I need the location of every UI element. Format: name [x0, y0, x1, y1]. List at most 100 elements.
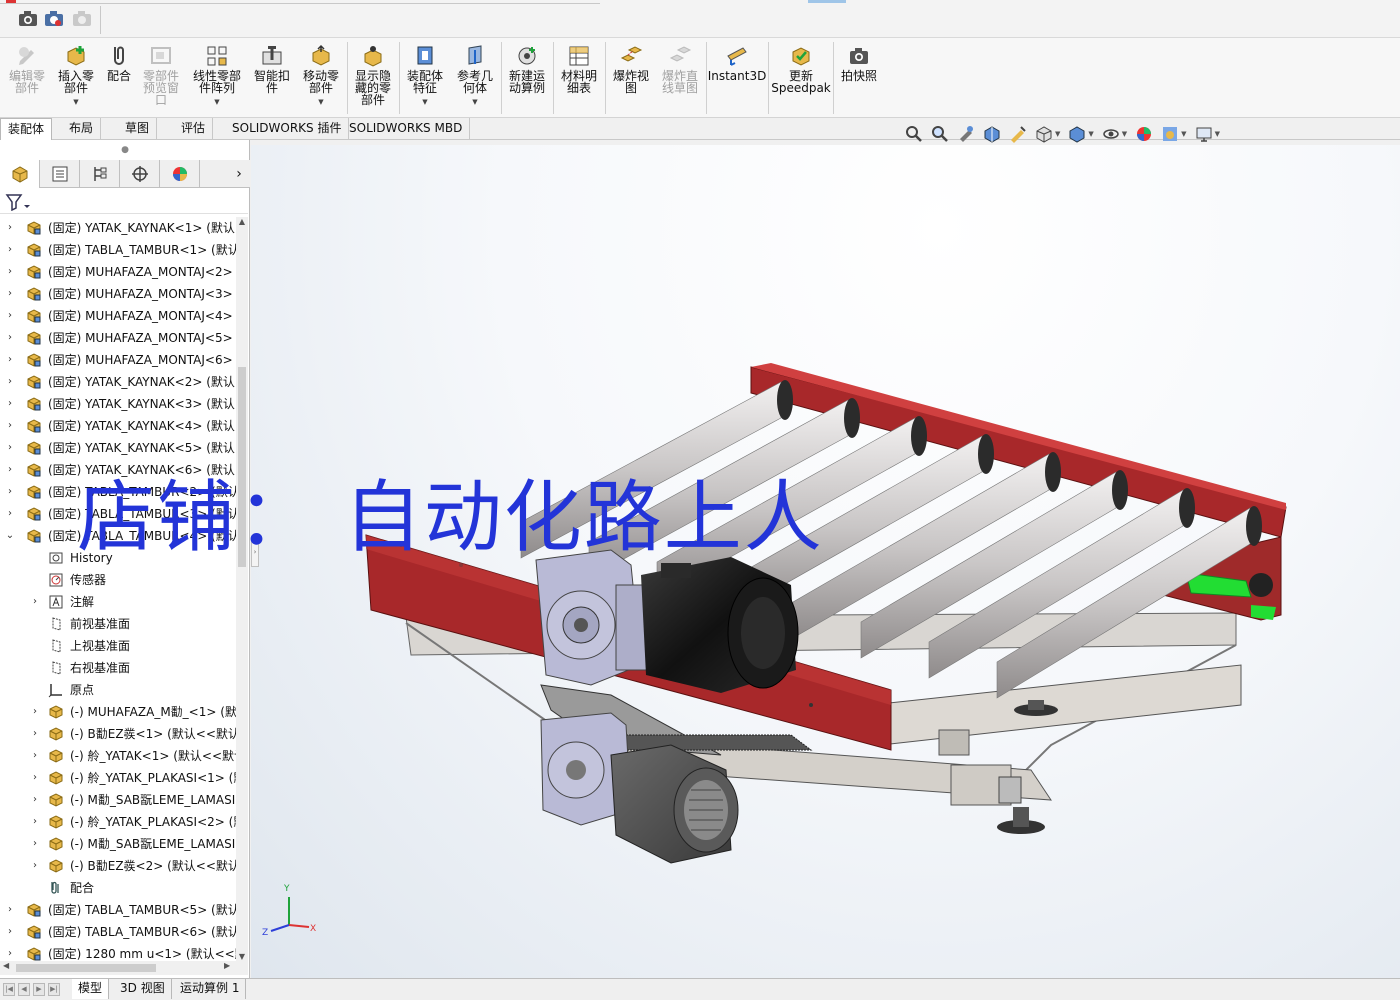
- zoom-to-area-icon[interactable]: [931, 125, 949, 143]
- expand-icon[interactable]: ›: [30, 789, 40, 811]
- tab-configuration-manager[interactable]: [80, 160, 120, 188]
- collapse-icon[interactable]: ⌄: [5, 525, 15, 547]
- expand-icon[interactable]: ›: [5, 459, 15, 481]
- chevron-down-icon[interactable]: ▼: [73, 96, 78, 108]
- camera-icon[interactable]: [18, 10, 38, 28]
- tree-item[interactable]: › (-) B勫EZ彂<2> (默认<<默认: [0, 855, 236, 877]
- tree-item[interactable]: › (固定) YATAK_KAYNAK<2> (默认: [0, 371, 236, 393]
- tab-property-manager[interactable]: [40, 160, 80, 188]
- chevron-down-icon[interactable]: ▼: [214, 96, 219, 108]
- tree-item[interactable]: › (-) 舲_YATAK_PLAKASI<2> (默: [0, 811, 236, 833]
- tree-vertical-scrollbar[interactable]: ▲ ▼: [236, 217, 248, 961]
- tab-sketch[interactable]: 草图: [118, 118, 158, 140]
- expand-icon[interactable]: ›: [5, 503, 15, 525]
- expand-icon[interactable]: ›: [5, 415, 15, 437]
- update-speedpak-button[interactable]: 更新 Speedpak: [771, 44, 831, 114]
- explode-line-sketch-button[interactable]: 爆炸直 线草图: [656, 44, 704, 114]
- tab-feature-manager[interactable]: [0, 160, 40, 188]
- tab-dimxpert-manager[interactable]: [120, 160, 160, 188]
- new-motion-study-button[interactable]: 新建运 动算例: [504, 44, 550, 114]
- expand-icon[interactable]: ›: [5, 437, 15, 459]
- tree-item[interactable]: › (固定) YATAK_KAYNAK<5> (默认: [0, 437, 236, 459]
- tree-item[interactable]: › (固定) MUHAFAZA_MONTAJ<5>: [0, 327, 236, 349]
- move-component-button[interactable]: 移动零 部件 ▼: [298, 44, 344, 114]
- tree-item[interactable]: › (固定) TABLA_TAMBUR<6> (默认: [0, 921, 236, 943]
- tree-item[interactable]: › (固定) YATAK_KAYNAK<6> (默认: [0, 459, 236, 481]
- expand-icon[interactable]: ›: [5, 283, 15, 305]
- scroll-up-icon[interactable]: ▲: [236, 217, 248, 226]
- tree-item[interactable]: 右视基准面: [0, 657, 236, 679]
- expand-icon[interactable]: ›: [5, 349, 15, 371]
- panel-splitter[interactable]: ●: [0, 140, 250, 160]
- tab-evaluate[interactable]: 评估: [174, 118, 214, 140]
- tree-horizontal-scrollbar[interactable]: ◀ ▶: [0, 961, 248, 975]
- tree-item[interactable]: 前视基准面: [0, 613, 236, 635]
- chevron-down-icon[interactable]: ▼: [1122, 130, 1127, 138]
- expand-icon[interactable]: ›: [5, 921, 15, 943]
- scrollbar-thumb[interactable]: [16, 964, 156, 972]
- tree-item[interactable]: › (-) MUHAFAZA_M勫_<1> (默: [0, 701, 236, 723]
- tree-item[interactable]: › (固定) YATAK_KAYNAK<1> (默认: [0, 217, 236, 239]
- expand-icon[interactable]: ›: [30, 811, 40, 833]
- view-settings-icon[interactable]: [1195, 125, 1213, 143]
- chevron-down-icon[interactable]: ▼: [1088, 130, 1093, 138]
- expand-icon[interactable]: ›: [30, 767, 40, 789]
- take-snapshot-button[interactable]: 拍快照: [836, 44, 882, 114]
- expand-icon[interactable]: ›: [30, 855, 40, 877]
- dynamic-annotation-icon[interactable]: [1009, 125, 1027, 143]
- drive-motor-top[interactable]: [535, 549, 799, 693]
- expand-icon[interactable]: ›: [5, 261, 15, 283]
- tab-layout[interactable]: 布局: [62, 118, 102, 140]
- scroll-down-icon[interactable]: ▼: [236, 952, 248, 961]
- smart-fasteners-button[interactable]: 智能扣 件: [250, 44, 294, 114]
- edit-appearance-icon[interactable]: [1135, 125, 1153, 143]
- tree-item[interactable]: › (-) M勫_SAB翫LEME_LAMASI: [0, 789, 236, 811]
- conveyor-assembly-model[interactable]: Y X Z: [251, 145, 1400, 978]
- linear-pattern-button[interactable]: 线性零部 件阵列 ▼: [188, 44, 246, 114]
- show-hidden-components-button[interactable]: 显示隐 藏的零 部件: [350, 44, 396, 114]
- tree-item[interactable]: › (固定) MUHAFAZA_MONTAJ<2>: [0, 261, 236, 283]
- tree-item[interactable]: › 注解: [0, 591, 236, 613]
- tab-display-manager[interactable]: [160, 160, 200, 188]
- expand-icon[interactable]: ›: [5, 217, 15, 239]
- tree-item[interactable]: › (固定) TABLA_TAMBUR<2> (默认: [0, 481, 236, 503]
- previous-view-icon[interactable]: [957, 125, 975, 143]
- tab-solidworks-addins[interactable]: SOLIDWORKS 插件: [225, 118, 350, 140]
- expand-icon[interactable]: ›: [5, 305, 15, 327]
- tree-item[interactable]: 配合: [0, 877, 236, 899]
- tree-item[interactable]: › (-) 舲_YATAK<1> (默认<<默认: [0, 745, 236, 767]
- assembly-features-button[interactable]: 装配体 特征 ▼: [402, 44, 448, 114]
- tree-item[interactable]: 原点: [0, 679, 236, 701]
- expand-icon[interactable]: ›: [5, 371, 15, 393]
- graphics-area[interactable]: Y X Z ›: [251, 145, 1400, 978]
- tree-item[interactable]: › (-) B勫EZ彂<1> (默认<<默认: [0, 723, 236, 745]
- expand-icon[interactable]: ›: [5, 943, 15, 961]
- bill-of-materials-button[interactable]: 材料明 细表: [556, 44, 602, 114]
- tree-item[interactable]: › (固定) MUHAFAZA_MONTAJ<6>: [0, 349, 236, 371]
- tree-item[interactable]: 上视基准面: [0, 635, 236, 657]
- tree-item[interactable]: › (固定) TABLA_TAMBUR<5> (默认: [0, 899, 236, 921]
- expand-icon[interactable]: ›: [30, 833, 40, 855]
- tree-item[interactable]: 传感器: [0, 569, 236, 591]
- tree-item[interactable]: › (固定) TABLA_TAMBUR<1> (默认: [0, 239, 236, 261]
- camera-settings-icon[interactable]: [44, 10, 64, 28]
- expand-icon[interactable]: ›: [30, 701, 40, 723]
- next-tab-icon[interactable]: ▶: [33, 983, 45, 996]
- chevron-down-icon[interactable]: ▼: [1055, 130, 1060, 138]
- filter-icon[interactable]: [5, 193, 31, 211]
- chevron-down-icon[interactable]: ▼: [422, 96, 427, 108]
- exploded-view-button[interactable]: 爆炸视 图: [608, 44, 654, 114]
- scrollbar-thumb[interactable]: [238, 367, 246, 567]
- component-preview-button[interactable]: 零部件 预览窗 口: [138, 44, 184, 114]
- tab-assembly[interactable]: 装配体: [0, 118, 53, 140]
- last-tab-icon[interactable]: ▶|: [48, 983, 60, 996]
- tab-motion-study[interactable]: 运动算例 1: [174, 979, 247, 999]
- instant3d-button[interactable]: Instant3D: [708, 44, 766, 114]
- tree-item[interactable]: History: [0, 547, 236, 569]
- expand-icon[interactable]: ›: [30, 591, 40, 613]
- tree-item[interactable]: › (-) 舲_YATAK_PLAKASI<1> (默: [0, 767, 236, 789]
- expand-icon[interactable]: ›: [30, 723, 40, 745]
- chevron-down-icon[interactable]: ▼: [1215, 130, 1220, 138]
- expand-icon[interactable]: ›: [5, 393, 15, 415]
- insert-components-button[interactable]: 插入零 部件 ▼: [54, 44, 98, 114]
